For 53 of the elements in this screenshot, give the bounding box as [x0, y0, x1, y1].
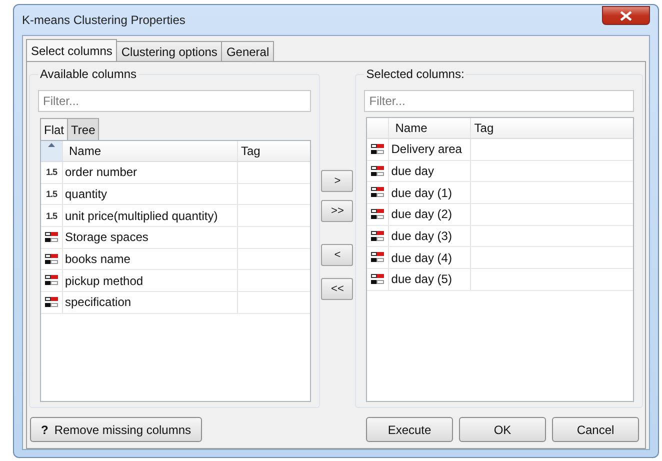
table-cell[interactable]: order number: [63, 162, 238, 183]
group-title: Available columns: [38, 67, 138, 81]
string-column-icon: [371, 166, 384, 177]
string-column-icon: [45, 254, 58, 265]
table-cell[interactable]: books name: [63, 248, 238, 270]
column-header[interactable]: Name: [389, 118, 472, 138]
dialog-button[interactable]: Execute: [366, 417, 453, 442]
filter-field[interactable]: Filter...: [364, 90, 634, 112]
move-button[interactable]: <: [321, 244, 354, 266]
tab[interactable]: Select columns: [26, 39, 118, 61]
table-cell[interactable]: pickup method: [63, 270, 238, 292]
group-title: Selected columns:: [364, 67, 466, 81]
string-column-icon: [371, 230, 384, 242]
table-cell[interactable]: due day (3): [389, 226, 472, 246]
close-button[interactable]: [602, 6, 650, 25]
tab[interactable]: General: [221, 41, 274, 61]
sort-arrow-icon[interactable]: [48, 143, 55, 147]
table-cell[interactable]: due day (2): [389, 204, 472, 225]
string-column-icon: [371, 144, 384, 155]
tab[interactable]: Flat: [40, 118, 68, 140]
type-label: 1.5: [46, 189, 57, 200]
move-button[interactable]: >>: [321, 200, 354, 222]
string-column-icon: [45, 275, 58, 286]
move-button[interactable]: <<: [321, 278, 354, 300]
dialog-button[interactable]: OK: [459, 417, 546, 442]
string-column-icon: [45, 296, 58, 308]
string-column-icon: [371, 252, 384, 264]
type-label: 1.5: [46, 210, 57, 221]
move-button[interactable]: >: [321, 170, 354, 192]
column-header[interactable]: Tag: [471, 118, 633, 138]
string-column-icon: [371, 187, 384, 198]
column-header[interactable]: Name: [63, 141, 238, 161]
tab[interactable]: Tree: [67, 118, 100, 140]
string-column-icon: [45, 232, 58, 243]
filter-field[interactable]: Filter...: [38, 90, 311, 112]
string-column-icon: [371, 208, 384, 220]
table-cell[interactable]: unit price(multiplied quantity): [63, 205, 238, 226]
string-column-icon: [371, 274, 384, 285]
type-label: 1.5: [46, 167, 57, 178]
table-cell[interactable]: quantity: [63, 184, 238, 204]
dialog-button[interactable]: Cancel: [552, 417, 639, 442]
table-cell[interactable]: Delivery area: [389, 139, 472, 160]
column-header[interactable]: Tag: [238, 141, 310, 161]
table-cell[interactable]: due day (5): [389, 269, 472, 290]
table-cell[interactable]: due day (4): [389, 247, 472, 268]
table-cell[interactable]: specification: [63, 292, 238, 313]
table-cell[interactable]: Storage spaces: [63, 227, 238, 248]
tab[interactable]: Clustering options: [116, 41, 222, 61]
window-title: K-means Clustering Properties: [22, 13, 186, 27]
remove-missing-button[interactable]: ? Remove missing columns: [30, 417, 202, 442]
table-cell[interactable]: due day (1): [389, 182, 472, 204]
close-icon: [619, 10, 633, 20]
table-cell[interactable]: due day: [389, 160, 472, 182]
